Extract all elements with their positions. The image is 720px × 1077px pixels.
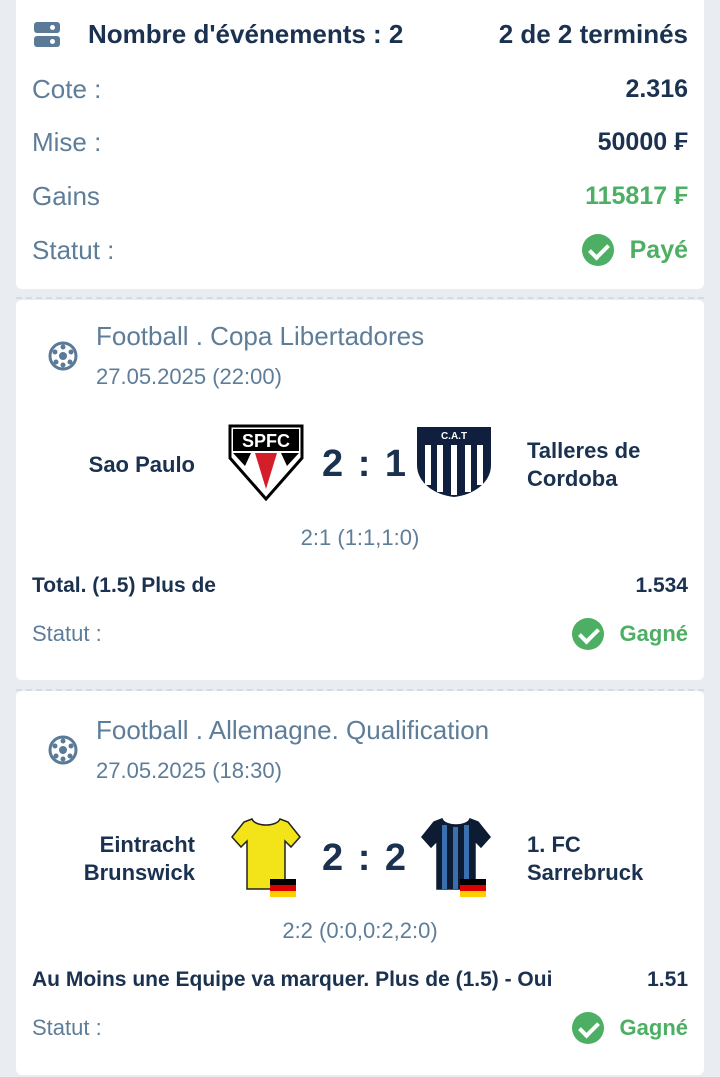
ticket-divider: [16, 297, 704, 299]
winnings-label: Gains: [32, 180, 100, 211]
events-progress: 2 de 2 terminés: [498, 18, 688, 49]
event-status-row: Statut : Gagné: [32, 617, 688, 651]
check-circle-icon: [581, 234, 614, 266]
away-team-name: 1. FC Sarrebruck: [527, 832, 644, 885]
football-icon: [48, 341, 78, 371]
market-row: Au Moins une Equipe va marquer. Plus de …: [32, 964, 688, 996]
match-score: 2 : 2: [322, 837, 409, 879]
sao-paulo-crest-icon: SPFC: [228, 424, 304, 501]
settings-list-icon: [32, 20, 60, 48]
score-detail: 2:1 (1:1,1:0): [300, 525, 420, 550]
event-date: 27.05.2025 (18:30): [96, 758, 282, 783]
event-league: Football . Allemagne. Qualification: [96, 715, 490, 745]
odds-row: Cote : 2.316: [32, 70, 688, 108]
winnings-value: 115817 ₣: [585, 181, 688, 210]
stake-value: 50000 ₣: [597, 127, 688, 156]
odds-value: 2.316: [625, 74, 688, 103]
check-circle-icon: [571, 618, 604, 650]
home-team-name: Sao Paulo: [88, 452, 195, 477]
events-count: Nombre d'événements : 2: [88, 18, 404, 49]
event-league: Football . Copa Libertadores: [96, 321, 425, 351]
event-status-label: Statut :: [32, 1015, 102, 1040]
summary-header: Nombre d'événements : 2 2 de 2 terminés: [32, 14, 688, 54]
yellow-jersey-icon: [231, 818, 301, 897]
market-odd: 1.534: [635, 574, 688, 597]
event-status-row: Statut : Gagné: [32, 1011, 688, 1045]
market-row: Total. (1.5) Plus de 1.534: [32, 570, 688, 602]
match-score: 2 : 1: [322, 443, 409, 485]
odds-label: Cote :: [32, 73, 102, 104]
svg-text:SPFC: SPFC: [242, 431, 290, 451]
winnings-row: Gains 115817 ₣: [32, 177, 688, 215]
market-name: Au Moins une Equipe va marquer. Plus de …: [32, 968, 553, 991]
event-status-value: Gagné: [619, 1015, 688, 1040]
away-team-name: Talleres de Cordoba: [527, 438, 641, 491]
bet-status-label: Statut :: [32, 234, 115, 265]
talleres-crest-icon: C.A.T: [417, 427, 491, 497]
svg-text:C.A.T: C.A.T: [441, 431, 467, 442]
event-status-label: Statut :: [32, 621, 102, 646]
market-odd: 1.51: [647, 968, 688, 991]
score-detail: 2:2 (0:0,0:2,2:0): [282, 918, 438, 943]
striped-jersey-icon: [421, 818, 491, 897]
bet-status-row: Statut : Payé: [32, 231, 688, 269]
football-icon: [48, 735, 78, 765]
event-status-value: Gagné: [619, 621, 688, 646]
home-team-name: Eintracht Brunswick: [83, 832, 195, 885]
market-name: Total. (1.5) Plus de: [32, 574, 216, 597]
bet-status-value: Payé: [629, 235, 688, 264]
stake-row: Mise : 50000 ₣: [32, 123, 688, 161]
check-circle-icon: [571, 1012, 604, 1044]
stake-label: Mise :: [32, 126, 102, 157]
event-date: 27.05.2025 (22:00): [96, 364, 282, 389]
